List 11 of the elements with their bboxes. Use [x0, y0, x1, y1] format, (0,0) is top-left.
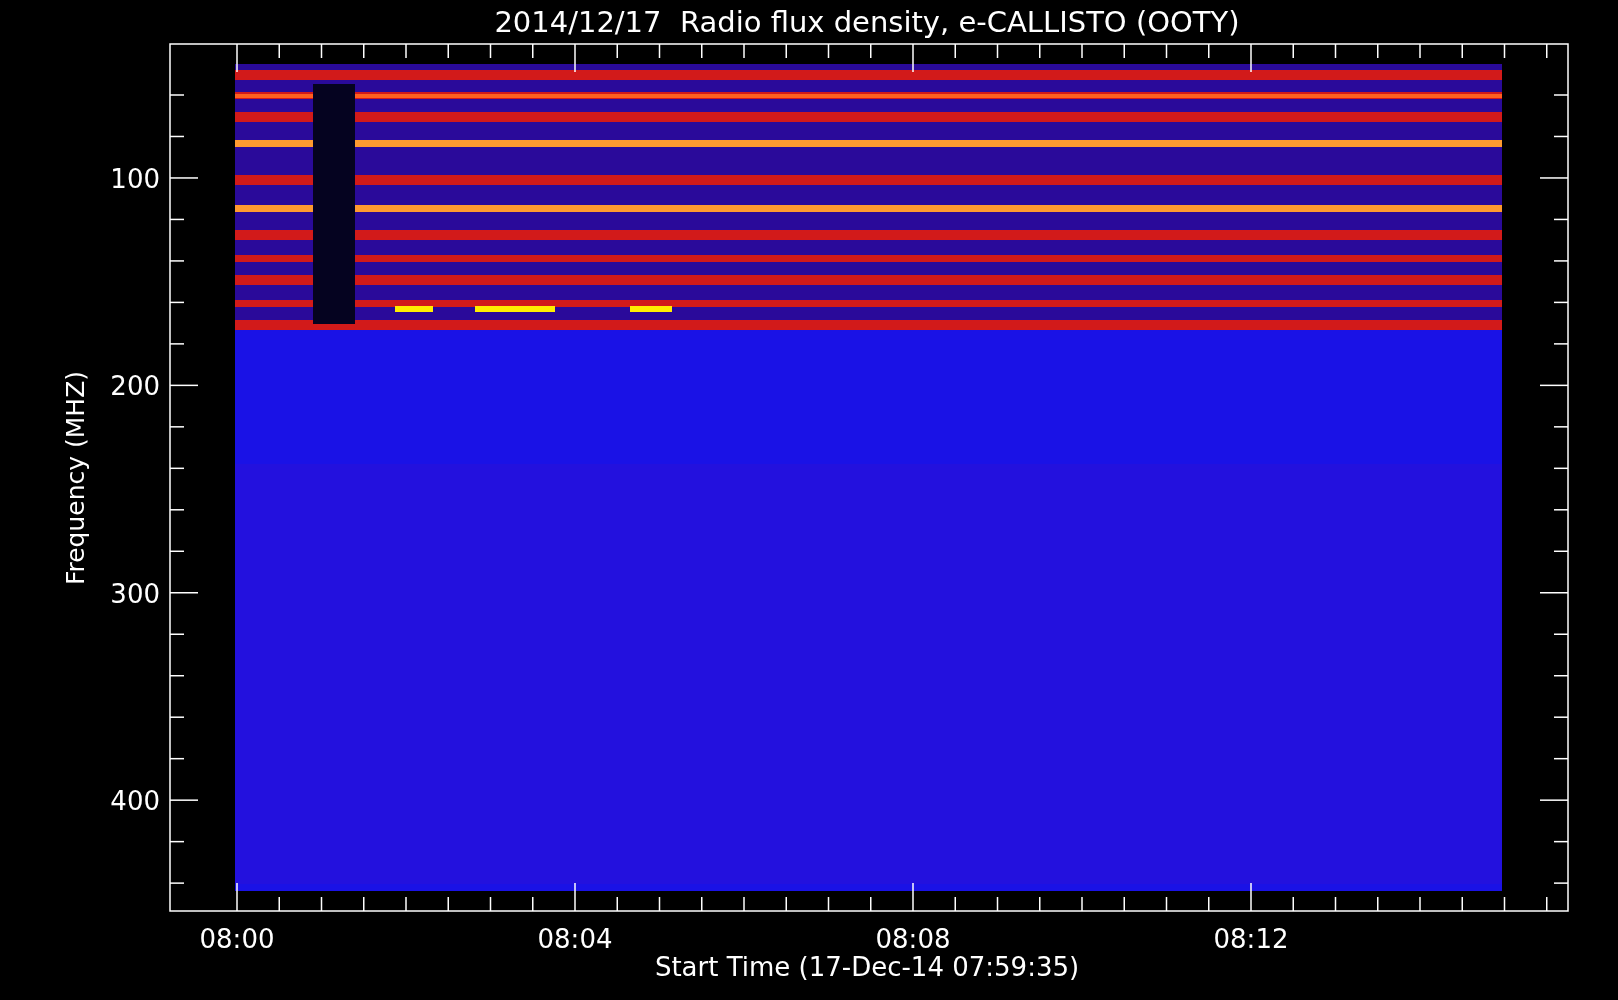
x-axis-label: Start Time (17-Dec-14 07:59:35) [654, 952, 1080, 982]
y-axis-label: Frequency (MHZ) [61, 370, 90, 586]
x-tick-label: 08:08 [875, 924, 951, 954]
chart-title: 2014/12/17 Radio flux density, e-CALLISTO (OOTY) [494, 5, 1240, 39]
x-tick-label: 08:04 [537, 924, 613, 954]
x-tick-label: 08:12 [1213, 924, 1289, 954]
y-tick-label: 200 [110, 371, 160, 402]
y-tick-label: 300 [110, 578, 160, 609]
y-tick-label: 100 [110, 164, 160, 194]
x-tick-label: 08:00 [199, 924, 275, 954]
y-tick-label: 400 [110, 786, 160, 817]
